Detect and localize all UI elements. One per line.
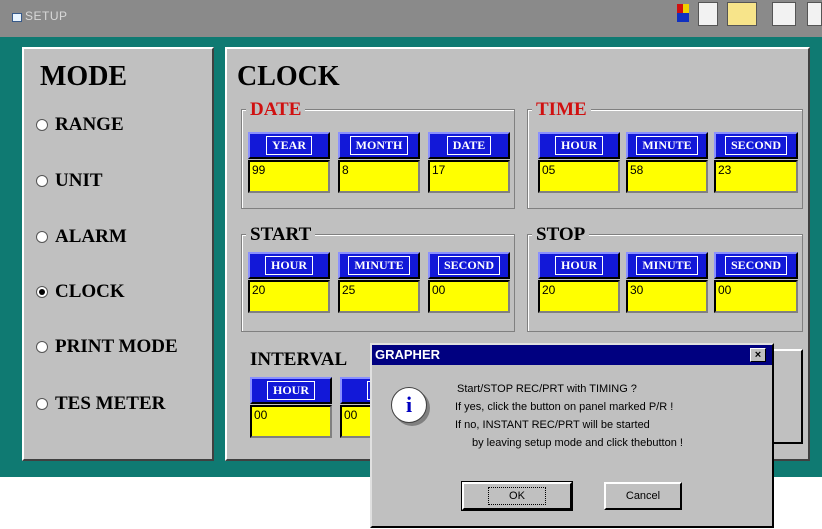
- cancel-button[interactable]: Cancel: [604, 482, 682, 510]
- ok-button[interactable]: OK: [461, 481, 573, 511]
- close-button[interactable]: ×: [750, 348, 766, 362]
- start-group: START HOUR 20 MINUTE 25 SECOND 00: [241, 224, 515, 332]
- time-group: TIME HOUR 05 MINUTE 58 SECOND 23: [527, 99, 803, 209]
- radio-button[interactable]: [36, 119, 48, 131]
- month-header: MONTH: [338, 132, 420, 159]
- start-hour-field[interactable]: 20: [248, 280, 330, 313]
- mode-option-range[interactable]: RANGE: [36, 111, 124, 139]
- mode-option-label: RANGE: [55, 114, 124, 135]
- mode-option-label: PRINT MODE: [55, 336, 178, 357]
- stop-minute-field[interactable]: 30: [626, 280, 708, 313]
- mode-option-label: UNIT: [55, 170, 103, 191]
- mode-option-label: ALARM: [55, 226, 127, 247]
- second-header: SECOND: [714, 132, 798, 159]
- mode-option-tes-meter[interactable]: TES METER: [36, 390, 165, 418]
- time-hour-field[interactable]: 05: [538, 160, 620, 193]
- month-field[interactable]: 8: [338, 160, 420, 193]
- radio-button[interactable]: [36, 341, 48, 353]
- interval-hour-field[interactable]: 00: [250, 405, 332, 438]
- second-header: SECOND: [428, 252, 510, 279]
- hour-header: HOUR: [250, 377, 332, 404]
- mode-option-label: CLOCK: [55, 281, 125, 302]
- hour-header: HOUR: [538, 252, 620, 279]
- mode-option-print-mode[interactable]: PRINT MODE: [36, 333, 178, 361]
- palette-icon[interactable]: [677, 4, 689, 22]
- window-title: SETUP: [25, 9, 68, 23]
- mode-title: MODE: [40, 61, 128, 92]
- radio-button[interactable]: [36, 175, 48, 187]
- grapher-dialog: GRAPHER × i Start/STOP REC/PRT with TIMI…: [370, 343, 774, 528]
- dialog-title-bar: GRAPHER ×: [372, 345, 772, 365]
- start-group-title: START: [246, 224, 316, 246]
- mode-option-clock[interactable]: CLOCK: [36, 278, 125, 306]
- date-field[interactable]: 17: [428, 160, 510, 193]
- mode-option-alarm[interactable]: ALARM: [36, 223, 127, 251]
- new-page-icon[interactable]: [698, 2, 718, 26]
- time-group-title: TIME: [532, 99, 591, 121]
- date-group-title: DATE: [246, 99, 306, 121]
- time-minute-field[interactable]: 58: [626, 160, 708, 193]
- year-header: YEAR: [248, 132, 330, 159]
- open-folder-icon[interactable]: [727, 2, 757, 26]
- stop-hour-field[interactable]: 20: [538, 280, 620, 313]
- dialog-message-line: If no, INSTANT REC/PRT will be started: [455, 419, 650, 431]
- interval-group-title: INTERVAL: [246, 349, 352, 371]
- start-second-field[interactable]: 00: [428, 280, 510, 313]
- mode-option-unit[interactable]: UNIT: [36, 167, 103, 195]
- hour-header: HOUR: [248, 252, 330, 279]
- info-icon: i: [391, 387, 427, 423]
- mode-panel: MODE RANGE UNIT ALARM CLOCK PRINT MODE T…: [22, 47, 214, 461]
- second-header: SECOND: [714, 252, 798, 279]
- time-second-field[interactable]: 23: [714, 160, 798, 193]
- mode-option-label: TES METER: [55, 393, 166, 414]
- year-field[interactable]: 99: [248, 160, 330, 193]
- start-minute-field[interactable]: 25: [338, 280, 420, 313]
- radio-button[interactable]: [36, 398, 48, 410]
- stop-group-title: STOP: [532, 224, 590, 246]
- dialog-message-line: If yes, click the button on panel marked…: [455, 401, 674, 413]
- date-header: DATE: [428, 132, 510, 159]
- radio-button[interactable]: [36, 231, 48, 243]
- print-icon[interactable]: [772, 2, 796, 26]
- minute-header: MINUTE: [626, 132, 708, 159]
- document-icon[interactable]: [807, 2, 822, 26]
- clock-title: CLOCK: [237, 61, 340, 92]
- dialog-message-line: Start/STOP REC/PRT with TIMING ?: [457, 383, 637, 395]
- window-icon: [12, 13, 22, 22]
- stop-group: STOP HOUR 20 MINUTE 30 SECOND 00: [527, 224, 803, 332]
- stop-second-field[interactable]: 00: [714, 280, 798, 313]
- radio-button-selected[interactable]: [36, 286, 48, 298]
- dialog-title: GRAPHER: [375, 347, 441, 362]
- title-bar: SETUP: [0, 0, 822, 37]
- date-group: DATE YEAR 99 MONTH 8 DATE 17: [241, 99, 515, 209]
- hour-header: HOUR: [538, 132, 620, 159]
- dialog-message-line: by leaving setup mode and click thebutto…: [472, 437, 683, 449]
- minute-header: MINUTE: [338, 252, 420, 279]
- minute-header: MINUTE: [626, 252, 708, 279]
